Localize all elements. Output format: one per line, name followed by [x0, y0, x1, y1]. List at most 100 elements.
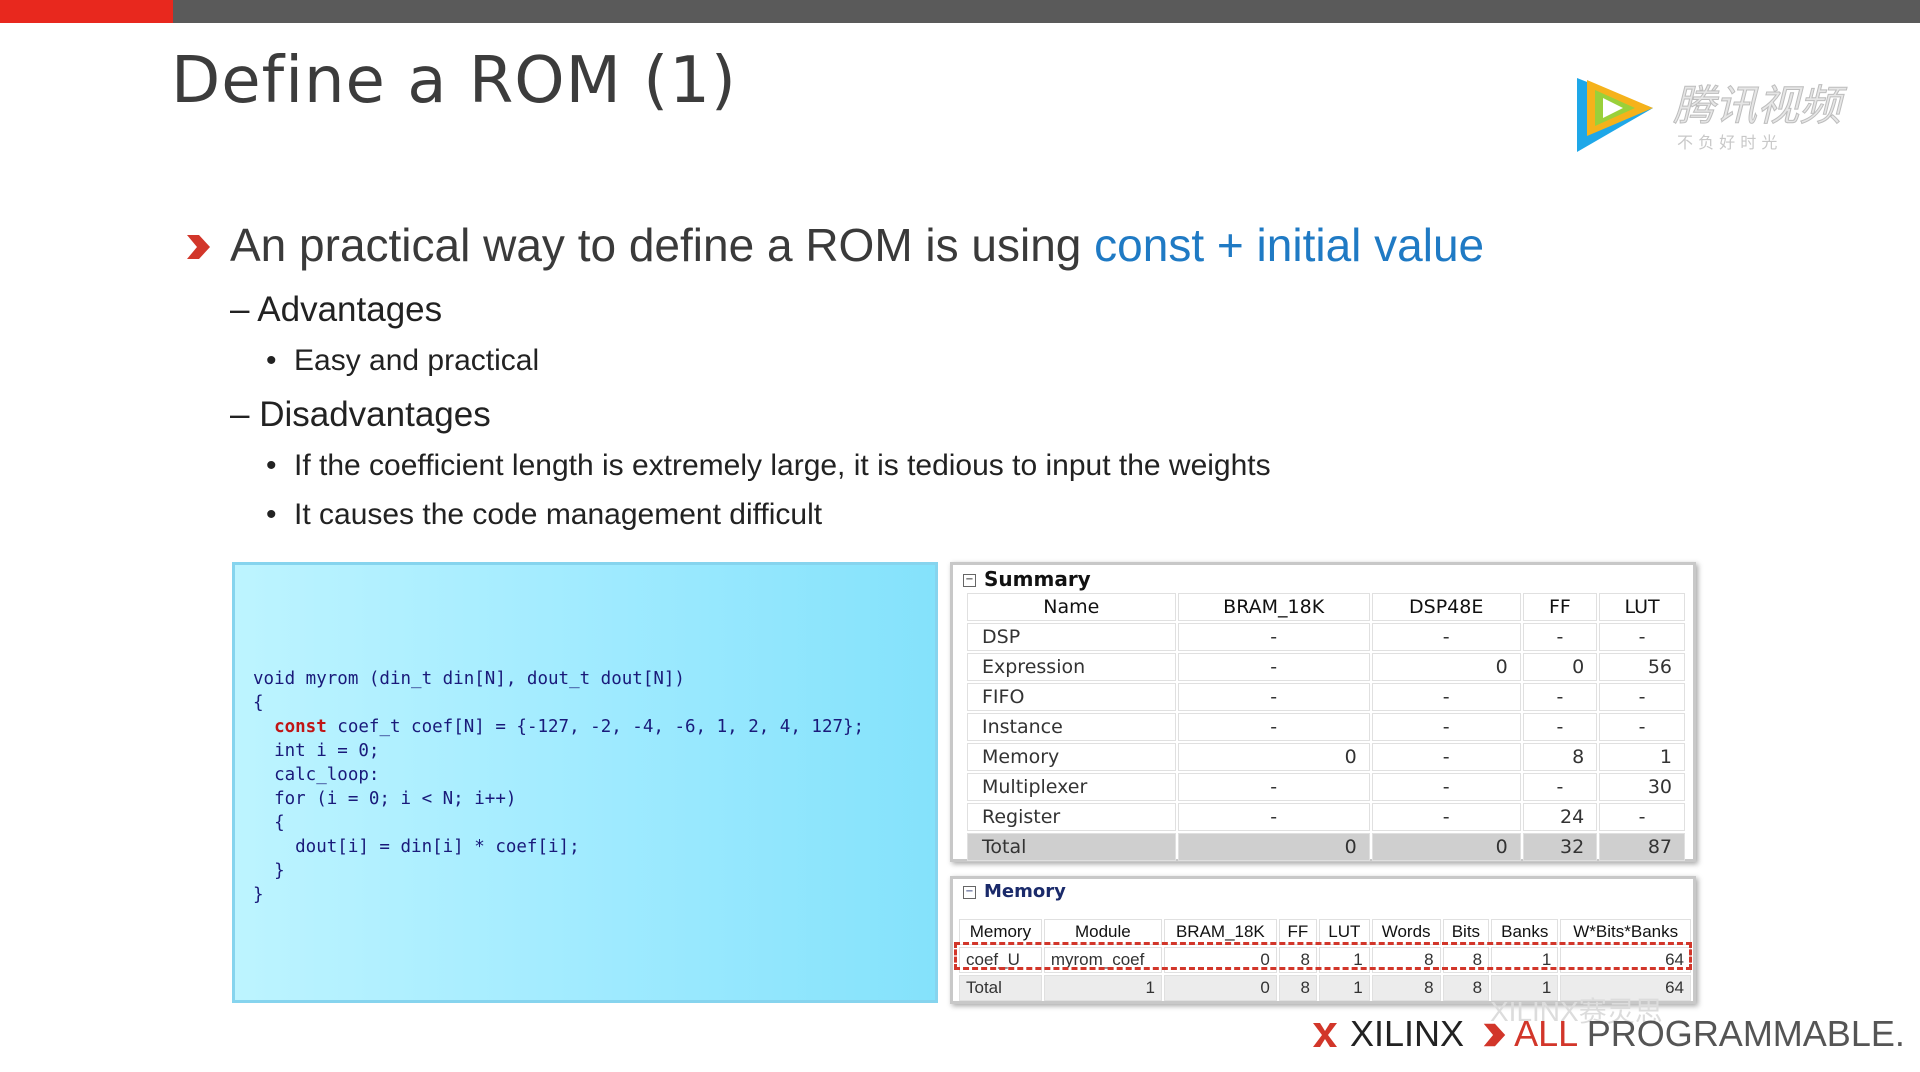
advantage-item-text: Easy and practical — [294, 344, 540, 377]
disadvantage-item: • If the coefficient length is extremely … — [266, 449, 1271, 482]
advantage-item: • Easy and practical — [266, 344, 540, 377]
highlight-dashed-box — [954, 942, 1692, 970]
collapse-icon[interactable]: − — [963, 885, 976, 899]
memory-panel: − Memory Memory Module BRAM_18K FF LUT Words Bi… — [950, 876, 1696, 1004]
advantages-heading: – Advantages — [230, 290, 443, 329]
summary-table: Name BRAM_18K DSP48E FF LUT DSP - - - - Expression… — [965, 591, 1687, 863]
tencent-video-logo: 腾讯视频 不 负 好 时 光 — [1577, 78, 1849, 152]
xilinx-brand: XILINX ALL PROGRAMMABLE. — [1310, 1013, 1905, 1055]
code-keyword: const — [274, 717, 327, 737]
memory-header: − Memory — [963, 881, 1066, 902]
table-cell: 8 — [1371, 975, 1441, 1001]
code-snippet-box: void myrom (din_t din[N], dout_t dout[N]… — [232, 562, 938, 1003]
table-cell: - — [1522, 713, 1598, 741]
table-cell: 0 — [1177, 833, 1370, 861]
table-row: Instance - - - - — [967, 713, 1685, 741]
code-line: const coef_t coef[N] = {-127, -2, -4, -6… — [274, 717, 865, 737]
summary-header: − Summary — [963, 567, 1091, 591]
column-header: DSP48E — [1371, 593, 1521, 621]
xilinx-text: XILINX — [1350, 1013, 1465, 1054]
table-cell: FIFO — [967, 683, 1176, 711]
table-cell: Total — [967, 833, 1176, 861]
top-bar-accent — [0, 0, 173, 23]
main-bullet-highlight: const + initial value — [1094, 219, 1485, 271]
table-row: Register - -24- — [967, 803, 1685, 831]
table-cell: 1 — [1599, 743, 1685, 771]
slide-title: Define a ROM (1) — [171, 44, 737, 118]
main-bullet-text: An practical way to define a ROM is usin… — [230, 219, 1095, 271]
code-line: { — [253, 693, 264, 713]
programmable-text: PROGRAMMABLE. — [1576, 1013, 1905, 1054]
table-cell: Memory — [967, 743, 1176, 771]
table-cell: - — [1371, 773, 1521, 801]
xilinx-logo-icon — [1313, 1023, 1337, 1047]
table-cell: - — [1599, 683, 1685, 711]
table-cell: 1 — [1043, 975, 1162, 1001]
table-row: DSP - - - - — [967, 623, 1685, 651]
chevron-bullet-icon — [187, 235, 210, 259]
table-cell: Expression — [967, 653, 1176, 681]
table-cell: 1 — [1319, 975, 1370, 1001]
table-cell: 30 — [1599, 773, 1685, 801]
table-cell: - — [1371, 743, 1521, 771]
table-cell: - — [1177, 653, 1370, 681]
column-header: LUT — [1599, 593, 1685, 621]
table-cell: - — [1371, 713, 1521, 741]
main-bullet: An practical way to define a ROM is usin… — [230, 218, 1484, 272]
chevron-icon — [1483, 1023, 1506, 1047]
table-cell: - — [1371, 803, 1521, 831]
table-cell: 8 — [1278, 975, 1318, 1001]
code-line: } — [253, 861, 285, 881]
table-cell: 0 — [1163, 975, 1277, 1001]
table-cell: 0 — [1177, 743, 1370, 771]
table-cell: 24 — [1522, 803, 1598, 831]
table-row: FIFO - - - - — [967, 683, 1685, 711]
disadvantages-heading: – Disadvantages — [230, 395, 491, 434]
table-cell: - — [1177, 713, 1370, 741]
column-header: FF — [1522, 593, 1598, 621]
code-block: void myrom (din_t din[N], dout_t dout[N]… — [253, 667, 864, 907]
table-cell: - — [1522, 623, 1598, 651]
table-cell: - — [1371, 683, 1521, 711]
table-cell: Register — [967, 803, 1176, 831]
table-cell: Instance — [967, 713, 1176, 741]
table-cell: 8 — [1442, 975, 1490, 1001]
table-cell: - — [1177, 623, 1370, 651]
disadvantage-item-text: If the coefficient length is extremely l… — [294, 449, 1271, 482]
disadvantage-item-text: It causes the code management difficult — [294, 498, 823, 531]
table-cell: - — [1599, 713, 1685, 741]
table-cell: - — [1177, 683, 1370, 711]
top-bar — [0, 0, 1920, 23]
table-cell: - — [1177, 773, 1370, 801]
all-text: ALL — [1514, 1013, 1577, 1054]
column-header: BRAM_18K — [1177, 593, 1370, 621]
table-cell: 0 — [1371, 653, 1521, 681]
table-cell: - — [1177, 803, 1370, 831]
table-cell: - — [1522, 773, 1598, 801]
code-line: calc_loop: — [253, 765, 380, 785]
table-row: Total 0 0 32 87 — [967, 833, 1685, 861]
table-cell: Total — [959, 975, 1042, 1001]
tencent-slogan: 不 负 好 时 光 — [1677, 133, 1777, 152]
code-line: } — [253, 885, 264, 905]
collapse-icon[interactable]: − — [963, 574, 976, 587]
table-cell: - — [1599, 803, 1685, 831]
summary-panel: − Summary Name BRAM_18K DSP48E FF LUT DSP - - - - E… — [950, 562, 1696, 862]
table-cell: - — [1522, 683, 1598, 711]
table-row: Expression -0 0 56 — [967, 653, 1685, 681]
table-cell: 0 — [1371, 833, 1521, 861]
table-cell: 0 — [1522, 653, 1598, 681]
table-cell: Multiplexer — [967, 773, 1176, 801]
code-line: for (i = 0; i < N; i++) — [253, 789, 517, 809]
table-cell: - — [1599, 623, 1685, 651]
code-line: dout[i] = din[i] * coef[i]; — [253, 837, 580, 857]
table-cell: DSP — [967, 623, 1176, 651]
table-cell: 56 — [1599, 653, 1685, 681]
disadvantage-item: • It causes the code management difficult — [266, 498, 823, 531]
table-cell: 87 — [1599, 833, 1685, 861]
code-line: { — [253, 813, 285, 833]
tencent-logo-text: 腾讯视频 — [1673, 81, 1848, 130]
code-line: void myrom (din_t din[N], dout_t dout[N]… — [253, 669, 685, 689]
code-line: int i = 0; — [253, 741, 380, 761]
summary-title: Summary — [984, 567, 1091, 591]
